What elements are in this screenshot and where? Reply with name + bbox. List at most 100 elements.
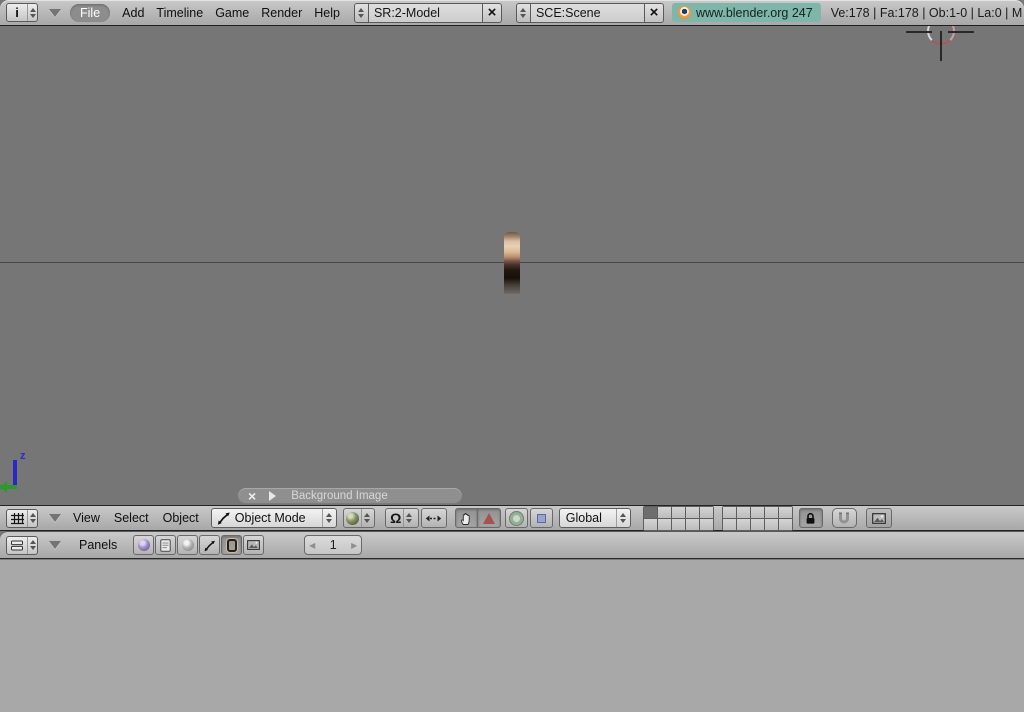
- menu-item-select[interactable]: Select: [114, 511, 149, 525]
- layer-cell[interactable]: [672, 507, 685, 518]
- lock-button[interactable]: [799, 508, 823, 528]
- logic-buttons-button[interactable]: [133, 535, 154, 555]
- layer-cell[interactable]: [686, 519, 699, 530]
- draw-type-stepper[interactable]: [361, 509, 371, 527]
- menu-item-view[interactable]: View: [73, 511, 100, 525]
- panel-expand-icon[interactable]: [269, 491, 276, 501]
- window-type-stepper[interactable]: [27, 4, 37, 21]
- stepper-up-icon: [326, 513, 332, 517]
- menu-item-game[interactable]: Game: [215, 6, 249, 20]
- menu-item-help[interactable]: Help: [314, 6, 340, 20]
- editor-type-button-3dview[interactable]: [6, 509, 38, 528]
- menu-item-render[interactable]: Render: [261, 6, 302, 20]
- viewport-3d[interactable]: z × Background Image: [0, 26, 1024, 505]
- layer-cell[interactable]: [686, 507, 699, 518]
- orientation-dropdown-stepper[interactable]: [616, 509, 630, 527]
- layer-grid-2[interactable]: [722, 506, 793, 531]
- layer-cell[interactable]: [737, 507, 750, 518]
- object-arrows-icon: [203, 539, 216, 552]
- layer-cell[interactable]: [723, 519, 736, 530]
- layer-cell[interactable]: [751, 519, 764, 530]
- panel-close-icon[interactable]: ×: [248, 489, 256, 503]
- manipulator-translate-button[interactable]: [478, 508, 501, 528]
- background-image-panel-tab[interactable]: × Background Image: [238, 488, 462, 504]
- window-type-button[interactable]: i: [6, 3, 38, 22]
- layer-cell[interactable]: [723, 507, 736, 518]
- scene-close-button[interactable]: ×: [644, 3, 664, 23]
- menu-item-add[interactable]: Add: [122, 6, 144, 20]
- object-buttons-button[interactable]: [199, 535, 220, 555]
- screen-stepper[interactable]: [354, 3, 369, 23]
- panel-title[interactable]: Background Image: [291, 490, 388, 502]
- layer-cell[interactable]: [751, 507, 764, 518]
- shading-buttons-button[interactable]: [177, 535, 198, 555]
- solid-sphere-icon: [346, 512, 359, 525]
- manipulator-rotate-button[interactable]: [505, 508, 528, 528]
- frame-prev-icon[interactable]: ◀: [305, 541, 319, 550]
- info-icon: i: [7, 5, 27, 20]
- layer-cell[interactable]: [700, 519, 713, 530]
- render-image-icon: [872, 513, 886, 524]
- scene-stepper[interactable]: [516, 3, 531, 23]
- stepper-up-icon: [30, 8, 36, 12]
- frame-number-field[interactable]: ◀ 1 ▶: [304, 535, 362, 555]
- layer-cell[interactable]: [765, 519, 778, 530]
- header-collapse-arrow-icon[interactable]: [49, 514, 61, 522]
- material-sphere-icon: [182, 539, 194, 551]
- manipulator-scale-button[interactable]: [530, 508, 553, 528]
- manipulator-tick-right: [948, 31, 974, 33]
- pivot-button[interactable]: Ω: [385, 508, 419, 528]
- layer-cell[interactable]: [779, 519, 792, 530]
- manipulator-hand-button[interactable]: [455, 508, 478, 528]
- scene-buttons-button[interactable]: [243, 535, 264, 555]
- scene-object[interactable]: [504, 232, 520, 294]
- render-preview-button[interactable]: [866, 508, 892, 528]
- header-collapse-arrow-icon[interactable]: [49, 541, 61, 549]
- layer-cell[interactable]: [658, 507, 671, 518]
- mode-dropdown[interactable]: Object Mode: [211, 508, 337, 528]
- axis-z-label: z: [20, 450, 26, 462]
- layer-cell[interactable]: [672, 519, 685, 530]
- scene-picture-icon: [247, 540, 260, 550]
- screen-name-field[interactable]: SR:2-Model: [369, 3, 482, 23]
- mode-dropdown-stepper[interactable]: [322, 509, 336, 527]
- frame-value[interactable]: 1: [319, 538, 347, 552]
- editor-type-button-buttons[interactable]: [6, 536, 38, 555]
- layer-cell[interactable]: [779, 507, 792, 518]
- snap-button[interactable]: [832, 508, 857, 528]
- manipulator-axis-line: [940, 31, 942, 61]
- orientation-dropdown[interactable]: Global: [559, 508, 631, 528]
- layer-cell[interactable]: [658, 519, 671, 530]
- editing-buttons-button[interactable]: [221, 535, 242, 555]
- main-header: i File Add Timeline Game Render Help SR:…: [0, 0, 1024, 26]
- layer-cell[interactable]: [765, 507, 778, 518]
- stepper-down-icon: [620, 519, 626, 523]
- translate-cone-icon: [483, 513, 495, 524]
- pivot-stepper[interactable]: [403, 509, 413, 527]
- editor-type-stepper[interactable]: [27, 537, 37, 554]
- layer-cell-active[interactable]: [644, 507, 657, 518]
- menu-item-file[interactable]: File: [70, 4, 110, 22]
- layer-cell[interactable]: [644, 519, 657, 530]
- pivot-rotation-icon: Ω: [390, 511, 401, 525]
- layer-grid-1[interactable]: [643, 506, 714, 531]
- buttons-panel-area[interactable]: [0, 559, 1024, 712]
- site-badge-text: www.blender.org 247: [696, 6, 813, 20]
- grid-icon: [7, 512, 27, 525]
- menu-item-timeline[interactable]: Timeline: [156, 6, 203, 20]
- menu-item-object[interactable]: Object: [163, 511, 199, 525]
- editor-type-stepper[interactable]: [27, 510, 37, 527]
- scene-name-field[interactable]: SCE:Scene: [531, 3, 644, 23]
- stepper-down-icon: [358, 14, 364, 18]
- script-buttons-button[interactable]: [155, 535, 176, 555]
- draw-type-button[interactable]: [343, 508, 375, 528]
- version-badge: www.blender.org 247: [672, 3, 821, 22]
- screen-close-button[interactable]: ×: [482, 3, 502, 23]
- hand-icon: [459, 511, 474, 526]
- frame-next-icon[interactable]: ▶: [347, 541, 361, 550]
- layer-cell[interactable]: [700, 507, 713, 518]
- layer-cell[interactable]: [737, 519, 750, 530]
- manipulator-toggle-button[interactable]: [421, 508, 447, 528]
- header-collapse-arrow-icon[interactable]: [49, 9, 61, 17]
- stepper-up-icon: [406, 513, 412, 517]
